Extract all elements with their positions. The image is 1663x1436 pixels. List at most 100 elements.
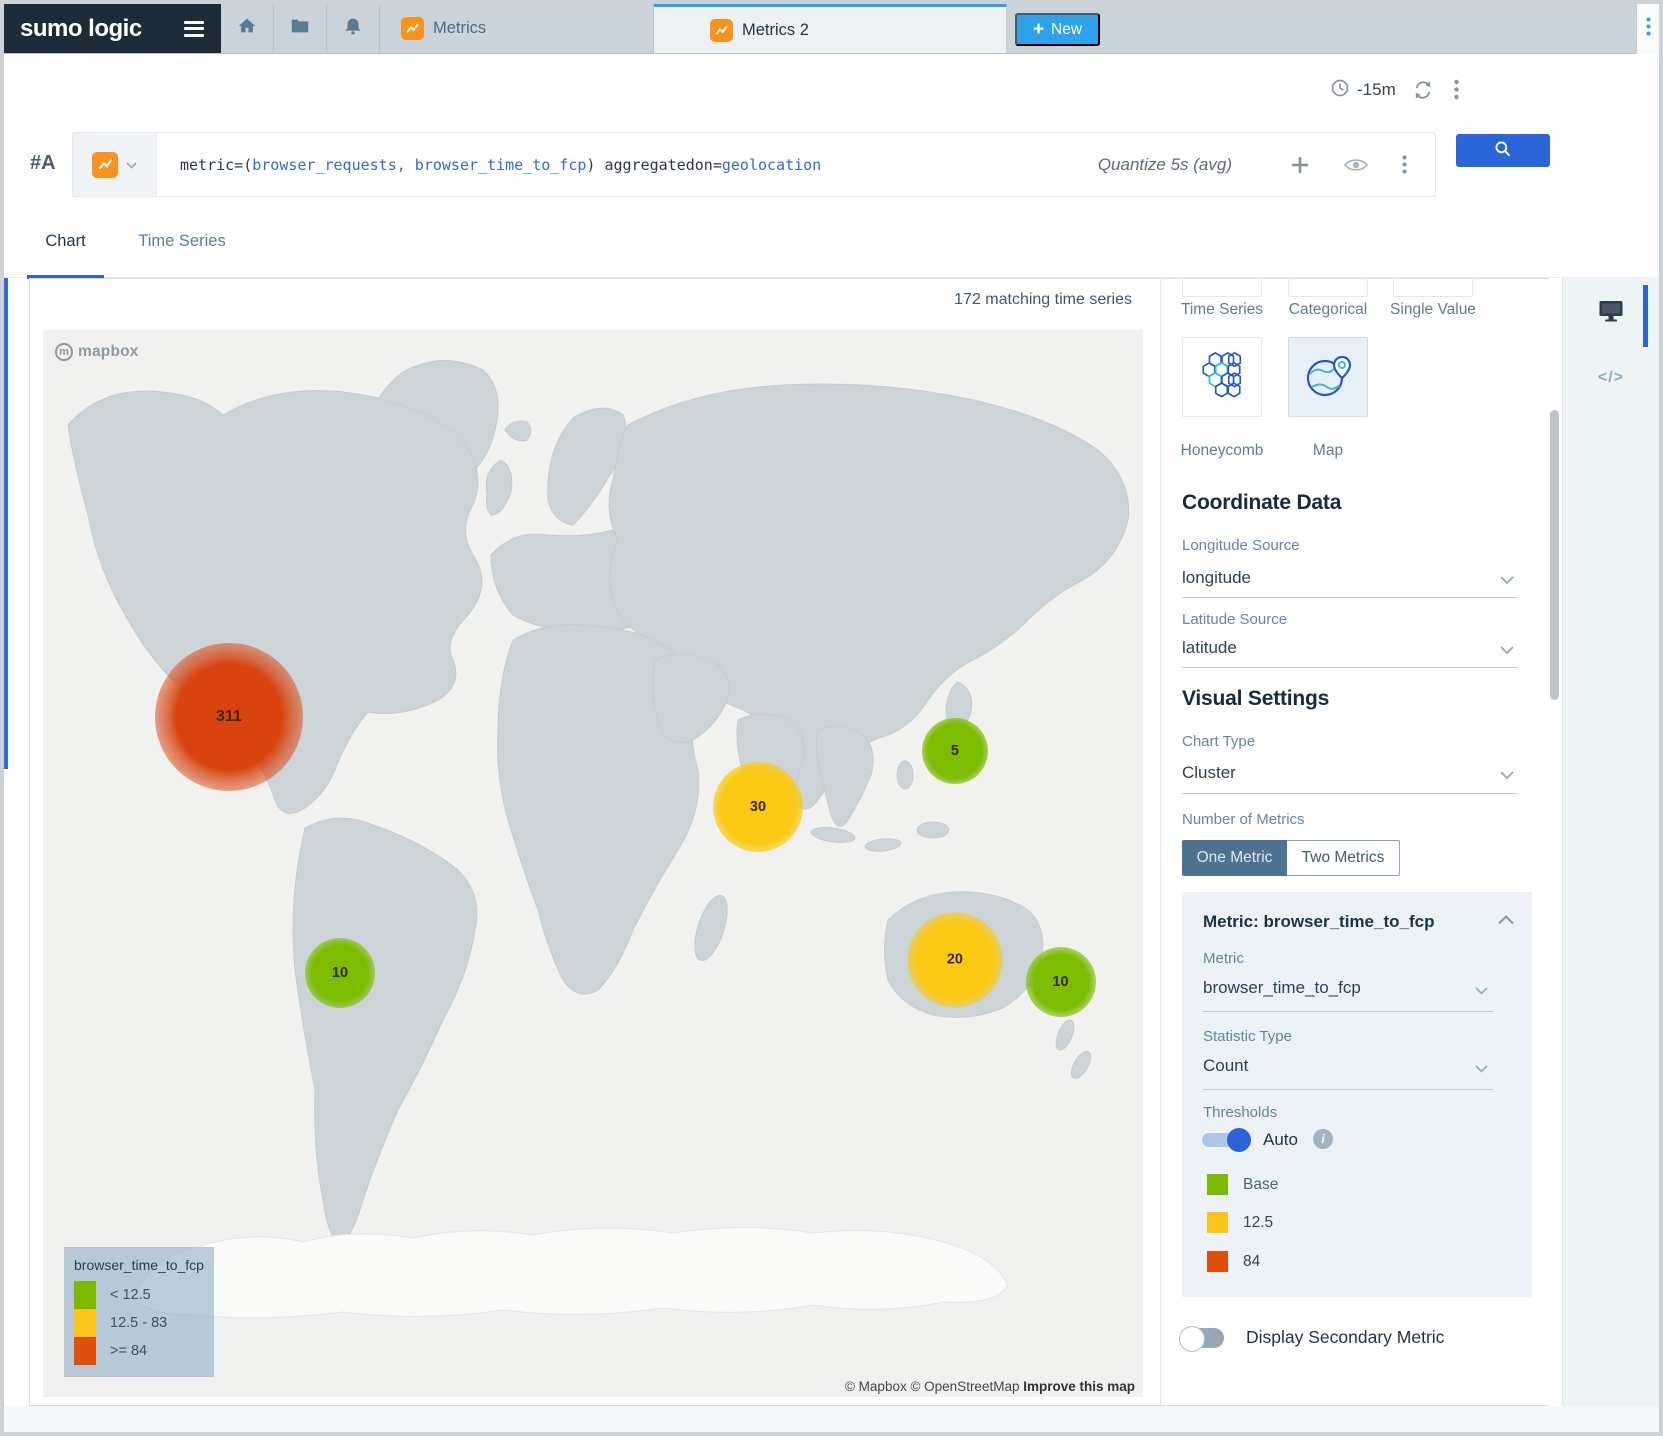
bottom-margin xyxy=(4,1406,1659,1432)
home-nav-button[interactable] xyxy=(221,4,274,53)
map-cluster[interactable]: 311 xyxy=(155,643,303,791)
add-operator-icon[interactable] xyxy=(1290,155,1310,175)
legend-swatch-yellow xyxy=(74,1309,96,1337)
chevron-down-icon xyxy=(126,156,137,174)
improve-map-link[interactable]: Improve this map xyxy=(1023,1379,1135,1394)
refresh-icon[interactable] xyxy=(1412,79,1434,101)
legend-row: 12.5 - 83 xyxy=(74,1309,204,1337)
chart-type-categorical[interactable] xyxy=(1288,279,1368,297)
logo-text: sumo logic xyxy=(20,15,142,43)
threshold-label: 12.5 xyxy=(1243,1214,1273,1232)
chart-type-field-label: Chart Type xyxy=(1182,733,1255,750)
chevron-down-icon[interactable] xyxy=(1500,767,1514,785)
map-cluster[interactable]: 30 xyxy=(713,762,803,852)
results-card: 172 matching time series xyxy=(29,278,1549,1406)
info-icon[interactable]: i xyxy=(1313,1129,1333,1149)
metric-label: Metric xyxy=(1203,950,1244,967)
code-view-button[interactable]: </> xyxy=(1591,358,1631,398)
query-type-selector[interactable] xyxy=(73,133,157,196)
map-pane: 172 matching time series xyxy=(30,279,1161,1405)
tab-chart[interactable]: Chart xyxy=(27,204,104,278)
visual-settings-panel: Time Series Categorical Single Value xyxy=(1162,279,1550,1405)
map-cluster[interactable]: 10 xyxy=(305,938,375,1008)
query-more-menu-icon[interactable] xyxy=(1402,155,1407,174)
coordinate-data-heading: Coordinate Data xyxy=(1182,491,1341,515)
mapbox-mark-icon: m xyxy=(55,343,73,361)
tab-overflow-menu[interactable] xyxy=(1636,4,1659,54)
tab-metrics[interactable]: Metrics xyxy=(380,4,654,53)
auto-thresholds-toggle[interactable] xyxy=(1202,1133,1248,1147)
time-range-selector[interactable]: -15m xyxy=(1330,54,1396,126)
alerts-nav-button[interactable] xyxy=(327,4,380,53)
thresholds-label: Thresholds xyxy=(1203,1104,1277,1121)
map-canvas[interactable]: 311 30 5 10 20 10 m mapbox browser_time_to_fc… xyxy=(43,330,1143,1397)
run-search-button[interactable] xyxy=(1456,134,1550,167)
sumo-logic-logo[interactable]: sumo logic xyxy=(4,4,221,53)
chart-type-time-series[interactable] xyxy=(1182,279,1262,297)
display-secondary-metric-toggle[interactable] xyxy=(1182,1328,1224,1348)
auto-label: Auto xyxy=(1263,1130,1298,1150)
threshold-swatch-base xyxy=(1207,1174,1228,1195)
tab-time-series[interactable]: Time Series xyxy=(132,204,232,278)
time-range-value: -15m xyxy=(1357,80,1396,100)
chart-type-label: Map xyxy=(1273,442,1383,460)
longitude-source-select[interactable]: longitude xyxy=(1182,568,1251,588)
threshold-label: Base xyxy=(1243,1176,1278,1194)
display-mode-button[interactable] xyxy=(1591,293,1631,333)
quantize-setting[interactable]: Quantize 5s (avg) xyxy=(1098,133,1232,196)
query-input[interactable]: metric=(browser_requests, browser_time_t… xyxy=(157,133,821,196)
new-tab-button[interactable]: + New xyxy=(1015,13,1100,46)
chart-type-label: Categorical xyxy=(1273,301,1383,319)
threshold-swatch-high xyxy=(1207,1251,1228,1272)
query-card: metric=(browser_requests, browser_time_t… xyxy=(72,132,1436,197)
chart-type-map-selected[interactable] xyxy=(1288,337,1368,417)
threshold-label: 84 xyxy=(1243,1253,1260,1271)
bell-icon xyxy=(342,15,364,42)
chevron-down-icon[interactable] xyxy=(1500,572,1514,590)
map-legend: browser_time_to_fcp < 12.5 12.5 - 83 >= … xyxy=(64,1247,214,1377)
threshold-swatch-mid xyxy=(1207,1212,1228,1233)
chevron-down-icon[interactable] xyxy=(1475,1060,1488,1078)
chevron-up-icon[interactable] xyxy=(1498,912,1514,930)
plus-icon: + xyxy=(1033,20,1044,39)
chart-type-single-value[interactable] xyxy=(1393,279,1473,297)
hamburger-menu-icon[interactable] xyxy=(184,21,204,37)
two-metrics-button[interactable]: Two Metrics xyxy=(1287,840,1400,876)
map-cluster[interactable]: 10 xyxy=(1026,947,1096,1017)
legend-swatch-red xyxy=(74,1337,96,1365)
latitude-source-select[interactable]: latitude xyxy=(1182,638,1237,658)
secondary-metric-row: Display Secondary Metric xyxy=(1182,1327,1444,1348)
mapbox-logo[interactable]: m mapbox xyxy=(55,343,139,361)
statistic-type-select[interactable]: Count xyxy=(1203,1056,1248,1076)
chevron-down-icon[interactable] xyxy=(1475,982,1488,1000)
chart-type-honeycomb[interactable] xyxy=(1182,337,1262,417)
chevron-down-icon[interactable] xyxy=(1500,642,1514,660)
page-header: Metrics Explorer -15m Add To Dashboard xyxy=(4,54,1659,126)
map-attribution: © Mapbox © OpenStreetMap Improve this ma… xyxy=(845,1379,1135,1394)
chart-type-label: Honeycomb xyxy=(1167,442,1277,460)
longitude-source-label: Longitude Source xyxy=(1182,537,1300,554)
code-icon: </> xyxy=(1598,369,1624,387)
map-cluster[interactable]: 20 xyxy=(907,912,1002,1007)
legend-row: < 12.5 xyxy=(74,1281,204,1309)
legend-row: >= 84 xyxy=(74,1337,204,1365)
one-metric-button[interactable]: One Metric xyxy=(1182,840,1287,876)
library-nav-button[interactable] xyxy=(274,4,327,53)
monitor-icon xyxy=(1598,299,1624,328)
map-cluster[interactable]: 5 xyxy=(922,718,988,784)
statistic-type-label: Statistic Type xyxy=(1203,1028,1292,1045)
panel-accent-bar xyxy=(4,278,8,769)
eye-visibility-icon[interactable] xyxy=(1344,157,1368,173)
legend-swatch-green xyxy=(74,1281,96,1309)
tab-label: Metrics 2 xyxy=(742,21,809,40)
tab-metrics2-active[interactable]: Metrics 2 xyxy=(654,4,1007,53)
latitude-source-label: Latitude Source xyxy=(1182,611,1287,628)
metric-select[interactable]: browser_time_to_fcp xyxy=(1203,978,1361,998)
home-icon xyxy=(236,15,258,42)
metrics-tab-icon xyxy=(401,17,424,40)
number-of-metrics-label: Number of Metrics xyxy=(1182,811,1305,828)
panel-scrollbar-thumb[interactable] xyxy=(1550,410,1559,700)
right-toolbar: </> xyxy=(1562,278,1659,1406)
header-more-menu-icon[interactable] xyxy=(1454,79,1459,100)
chart-type-select[interactable]: Cluster xyxy=(1182,763,1236,783)
